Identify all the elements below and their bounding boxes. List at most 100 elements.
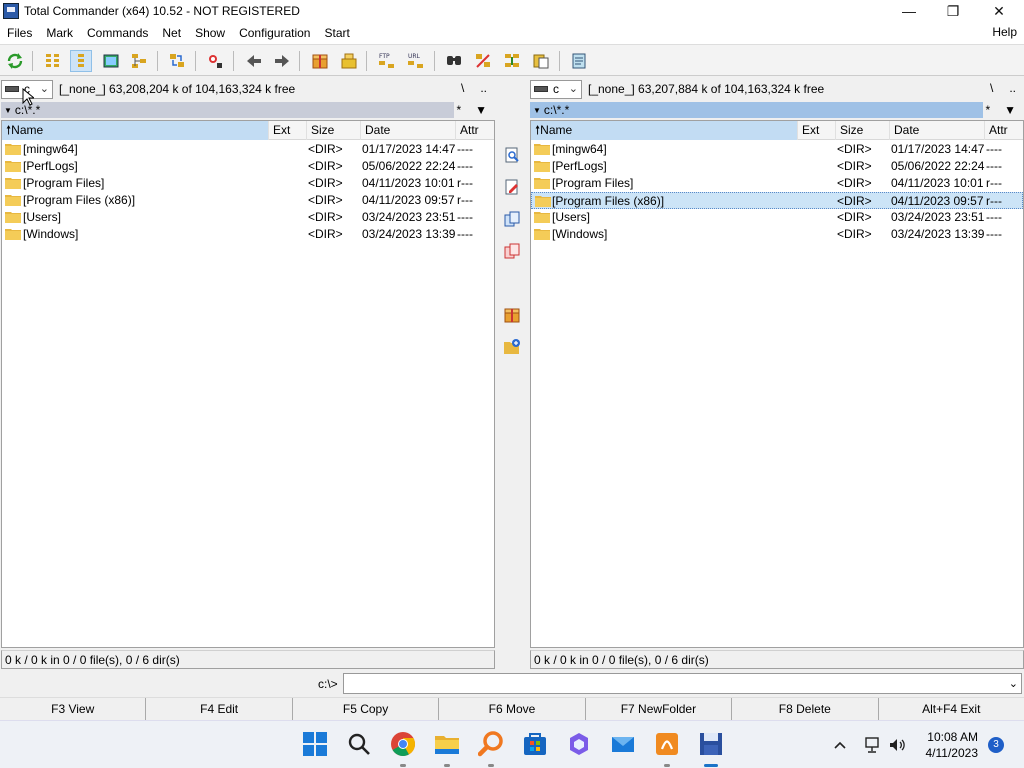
notepad-icon[interactable] — [568, 50, 590, 72]
left-col-attr[interactable]: Attr — [456, 121, 496, 140]
back-icon[interactable] — [243, 50, 265, 72]
f6-move-button[interactable]: F6 Move — [439, 698, 586, 721]
refresh-icon[interactable] — [4, 50, 26, 72]
left-path-bar[interactable]: ▼ c:\*.* — [1, 102, 454, 118]
right-col-attr[interactable]: Attr — [985, 121, 1024, 140]
right-col-ext[interactable]: Ext — [798, 121, 836, 140]
close-button[interactable]: ✕ — [976, 0, 1022, 22]
menu-commands[interactable]: Commands — [80, 26, 155, 40]
url-icon[interactable]: URL — [405, 50, 427, 72]
exit-button[interactable]: Alt+F4 Exit — [879, 698, 1024, 721]
edit-file-icon[interactable] — [503, 178, 521, 196]
drive-icon — [534, 86, 548, 92]
clock-date: 4/11/2023 — [925, 746, 979, 760]
left-col-size[interactable]: Size — [307, 121, 361, 140]
table-row[interactable]: [Users] <DIR> 03/24/2023 23:51 ---- — [531, 209, 1023, 226]
multi-rename-icon[interactable] — [204, 50, 226, 72]
tree-view-icon[interactable] — [128, 50, 150, 72]
right-drive-bar: c ⌄ [_none_] 63,207,884 k of 104,163,324… — [530, 78, 1024, 100]
menu-start[interactable]: Start — [317, 26, 356, 40]
sync-dirs-icon[interactable] — [166, 50, 188, 72]
left-col-ext[interactable]: Ext — [269, 121, 307, 140]
left-col-date[interactable]: Date — [361, 121, 456, 140]
network-icon[interactable] — [862, 735, 882, 755]
sync-icon[interactable] — [472, 50, 494, 72]
right-root-button[interactable]: \ — [990, 81, 993, 95]
file-explorer-icon[interactable] — [434, 731, 460, 767]
right-col-date[interactable]: Date — [890, 121, 985, 140]
table-row[interactable]: [Windows] <DIR> 03/24/2023 13:39 ---- — [2, 226, 494, 243]
right-file-list[interactable]: 🠕Name Ext Size Date Attr [mingw64] <DIR>… — [530, 120, 1024, 648]
view-file-icon[interactable] — [503, 146, 521, 164]
move-files-icon[interactable] — [503, 242, 521, 260]
right-col-name[interactable]: 🠕Name — [531, 121, 798, 140]
menu-help[interactable]: Help — [992, 25, 1017, 39]
thumbnails-icon[interactable] — [100, 50, 122, 72]
table-row[interactable]: [mingw64] <DIR> 01/17/2023 14:47 ---- — [531, 141, 1023, 158]
left-root-button[interactable]: \ — [461, 81, 464, 95]
find-icon[interactable] — [443, 50, 465, 72]
search-everything-icon[interactable] — [477, 731, 504, 767]
right-col-size[interactable]: Size — [836, 121, 890, 140]
right-history-button[interactable]: ▼ — [1004, 103, 1016, 117]
f8-delete-button[interactable]: F8 Delete — [732, 698, 879, 721]
command-input[interactable] — [343, 673, 1022, 694]
new-folder-icon[interactable] — [503, 338, 521, 356]
f4-edit-button[interactable]: F4 Edit — [146, 698, 293, 721]
maximize-button[interactable]: ❐ — [930, 0, 976, 22]
store-icon[interactable] — [522, 731, 548, 757]
compare-icon[interactable] — [501, 50, 523, 72]
app-icon — [3, 3, 19, 19]
chrome-icon[interactable] — [390, 731, 416, 767]
table-row[interactable]: [Users] <DIR> 03/24/2023 23:51 ---- — [2, 209, 494, 226]
left-col-name[interactable]: 🠕Name — [2, 121, 269, 140]
table-row[interactable]: [Program Files] <DIR> 04/11/2023 10:01 r… — [531, 175, 1023, 192]
chevron-up-icon[interactable] — [832, 737, 848, 753]
minimize-button[interactable]: — — [886, 0, 932, 22]
copilot-icon[interactable] — [566, 731, 592, 757]
left-file-list[interactable]: 🠕Name Ext Size Date Attr [mingw64] <DIR>… — [1, 120, 495, 648]
brief-view-icon[interactable] — [42, 50, 64, 72]
copy-names-icon[interactable] — [530, 50, 552, 72]
menu-configuration[interactable]: Configuration — [232, 26, 317, 40]
menu-show[interactable]: Show — [188, 26, 232, 40]
right-drive-select[interactable]: c ⌄ — [530, 79, 582, 99]
right-filter-button[interactable]: * — [985, 103, 990, 117]
left-filter-button[interactable]: * — [456, 103, 461, 117]
table-row-selected[interactable]: [Program Files (x86)] <DIR> 04/11/2023 0… — [531, 192, 1023, 209]
ftp-icon[interactable]: FTP — [376, 50, 398, 72]
table-row[interactable]: [Program Files] <DIR> 04/11/2023 10:01 r… — [2, 175, 494, 192]
menu-mark[interactable]: Mark — [39, 26, 80, 40]
unpack-icon[interactable] — [338, 50, 360, 72]
f7-newfolder-button[interactable]: F7 NewFolder — [586, 698, 733, 721]
pdf-editor-icon[interactable] — [654, 731, 680, 767]
left-up-button[interactable]: .. — [480, 81, 487, 95]
table-row[interactable]: [mingw64] <DIR> 01/17/2023 14:47 ---- — [2, 141, 494, 158]
forward-icon[interactable] — [271, 50, 293, 72]
menu-files[interactable]: Files — [0, 26, 39, 40]
table-row[interactable]: [Windows] <DIR> 03/24/2023 13:39 ---- — [531, 226, 1023, 243]
pack-files-icon[interactable] — [503, 306, 521, 324]
pack-icon[interactable] — [309, 50, 331, 72]
clock[interactable]: 10:08 AM 4/11/2023 — [920, 729, 979, 761]
menu-net[interactable]: Net — [155, 26, 188, 40]
search-icon[interactable] — [346, 731, 372, 757]
taskbar: 10:08 AM 4/11/2023 3 — [0, 720, 1024, 768]
total-commander-icon[interactable] — [698, 731, 724, 767]
volume-icon[interactable] — [887, 735, 907, 755]
table-row[interactable]: [Program Files (x86)] <DIR> 04/11/2023 0… — [2, 192, 494, 209]
detailed-view-icon[interactable] — [70, 50, 92, 72]
start-icon[interactable] — [302, 731, 328, 757]
left-history-button[interactable]: ▼ — [475, 103, 487, 117]
notification-badge[interactable]: 3 — [988, 737, 1004, 753]
right-up-button[interactable]: .. — [1009, 81, 1016, 95]
f3-view-button[interactable]: F3 View — [0, 698, 147, 721]
copy-files-icon[interactable] — [503, 210, 521, 228]
f5-copy-button[interactable]: F5 Copy — [293, 698, 440, 721]
table-row[interactable]: [PerfLogs] <DIR> 05/06/2022 22:24 ---- — [531, 158, 1023, 175]
right-path-bar[interactable]: ▼ c:\*.* — [530, 102, 983, 118]
table-row[interactable]: [PerfLogs] <DIR> 05/06/2022 22:24 ---- — [2, 158, 494, 175]
vertical-button-bar — [496, 140, 528, 380]
chevron-down-icon[interactable]: ⌄ — [1009, 677, 1018, 690]
mail-icon[interactable] — [610, 731, 636, 757]
